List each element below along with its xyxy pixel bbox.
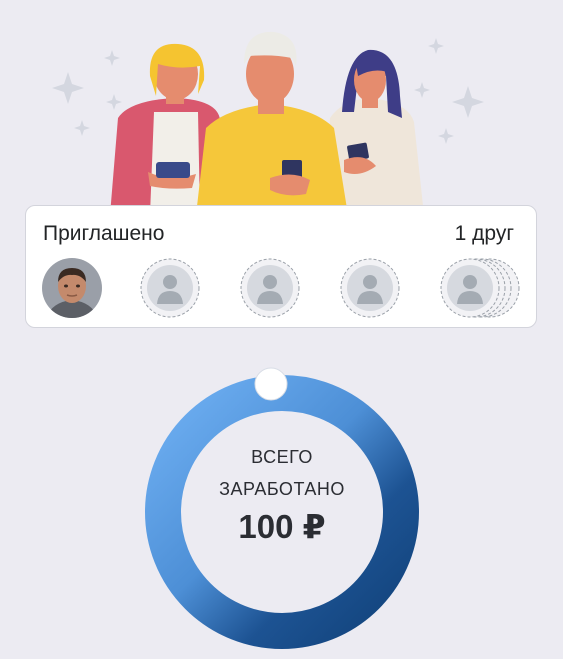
invited-title: Приглашено [43, 222, 165, 245]
empty-friend-slot[interactable] [240, 258, 300, 318]
person-center [196, 31, 348, 215]
friend-avatars [42, 258, 522, 318]
more-friends-stack[interactable] [440, 258, 522, 318]
hero-illustration [52, 31, 484, 215]
earnings-amount: 100 ₽ [238, 508, 326, 545]
invited-friends-card[interactable]: Приглашено 1 друг [25, 205, 537, 328]
person-placeholder-icon [140, 258, 200, 318]
friend-avatar[interactable] [42, 258, 102, 318]
stacked-placeholder-icon [440, 258, 520, 318]
empty-friend-slot[interactable] [340, 258, 400, 318]
earnings-label-line2: ЗАРАБОТАНО [219, 479, 345, 499]
friend-count: 1 друг [454, 222, 514, 245]
progress-knob [254, 367, 288, 401]
earnings-label-line1: ВСЕГО [251, 447, 313, 467]
person-placeholder-icon [240, 258, 300, 318]
empty-friend-slot[interactable] [140, 258, 200, 318]
friend-photo [42, 258, 102, 318]
person-placeholder-icon [340, 258, 400, 318]
